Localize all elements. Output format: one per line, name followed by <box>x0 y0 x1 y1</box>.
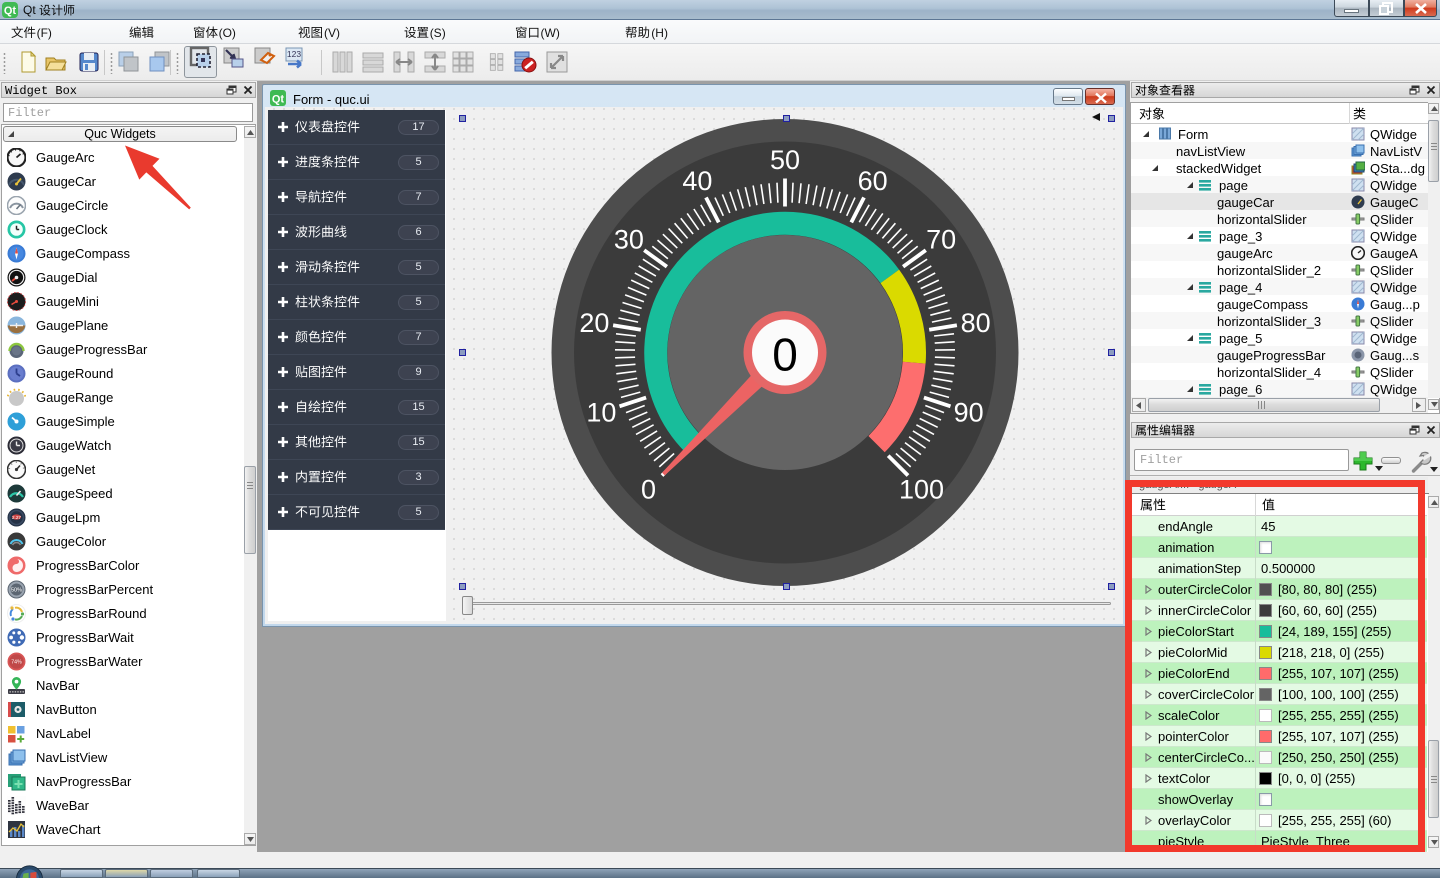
svg-text:90: 90 <box>954 398 984 428</box>
svg-text:50%: 50% <box>11 587 22 593</box>
svg-text:100: 100 <box>899 475 944 505</box>
svg-text:50: 50 <box>770 145 800 175</box>
svg-text:30: 30 <box>614 225 644 255</box>
svg-text:40: 40 <box>682 166 712 196</box>
svg-text:74%: 74% <box>11 659 22 665</box>
svg-text:0: 0 <box>772 329 798 381</box>
svg-text:80: 80 <box>961 308 991 338</box>
svg-text:70: 70 <box>926 225 956 255</box>
svg-text:60: 60 <box>858 166 888 196</box>
svg-text:20: 20 <box>579 308 609 338</box>
svg-text:10: 10 <box>586 398 616 428</box>
svg-text:2.27: 2.27 <box>12 514 21 519</box>
svg-text:0: 0 <box>641 475 656 505</box>
